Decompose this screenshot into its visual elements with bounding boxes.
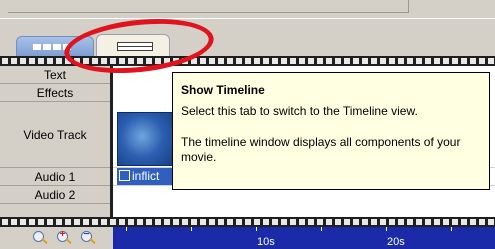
top-panel-divider: [0, 18, 495, 19]
ruler-label-20s: 20s: [387, 236, 405, 248]
top-panel-frame: [8, 0, 409, 13]
track-label-audio-1: Audio 1: [0, 168, 110, 186]
top-panel: [0, 0, 495, 30]
video-clip-thumbnail[interactable]: [117, 112, 179, 166]
tooltip-text-1: Select this tab to switch to the Timelin…: [181, 104, 418, 118]
zoom-out-button[interactable]: −: [80, 229, 98, 248]
filmstrip-border-bottom: [0, 217, 495, 227]
ruler-label-10s: 10s: [257, 236, 275, 248]
tooltip-text-2: The timeline window displays all compone…: [181, 135, 461, 164]
ruler-tick: [451, 227, 452, 231]
zoom-fit-handle: [41, 237, 48, 245]
audio-clip-label: inflict: [132, 169, 160, 183]
zoom-fit-button[interactable]: [32, 230, 50, 248]
zoom-out-handle: [89, 237, 96, 245]
audio-clip[interactable]: inflict: [117, 168, 179, 185]
time-ruler[interactable]: 10s 20s: [113, 227, 495, 249]
zoom-in-button[interactable]: +: [56, 229, 74, 248]
zoom-in-handle: [65, 237, 72, 245]
ruler-tick: [321, 227, 322, 231]
track-label-audio-2: Audio 2: [0, 186, 110, 204]
show-timeline-tooltip: Show Timeline Select this tab to switch …: [172, 72, 490, 190]
ruler-tick: [256, 227, 257, 231]
movie-maker-window: Text Effects Video Track Audio 1 Audio 2…: [0, 0, 495, 249]
ruler-tick: [126, 227, 127, 231]
ruler-tick: [191, 227, 192, 231]
audio-clip-icon: [119, 170, 130, 181]
track-label-column: Text Effects Video Track Audio 1 Audio 2: [0, 66, 113, 217]
ruler-tick: [386, 227, 387, 231]
tooltip-title: Show Timeline: [181, 83, 265, 97]
track-label-effects: Effects: [0, 84, 110, 102]
track-label-video: Video Track: [0, 102, 110, 168]
